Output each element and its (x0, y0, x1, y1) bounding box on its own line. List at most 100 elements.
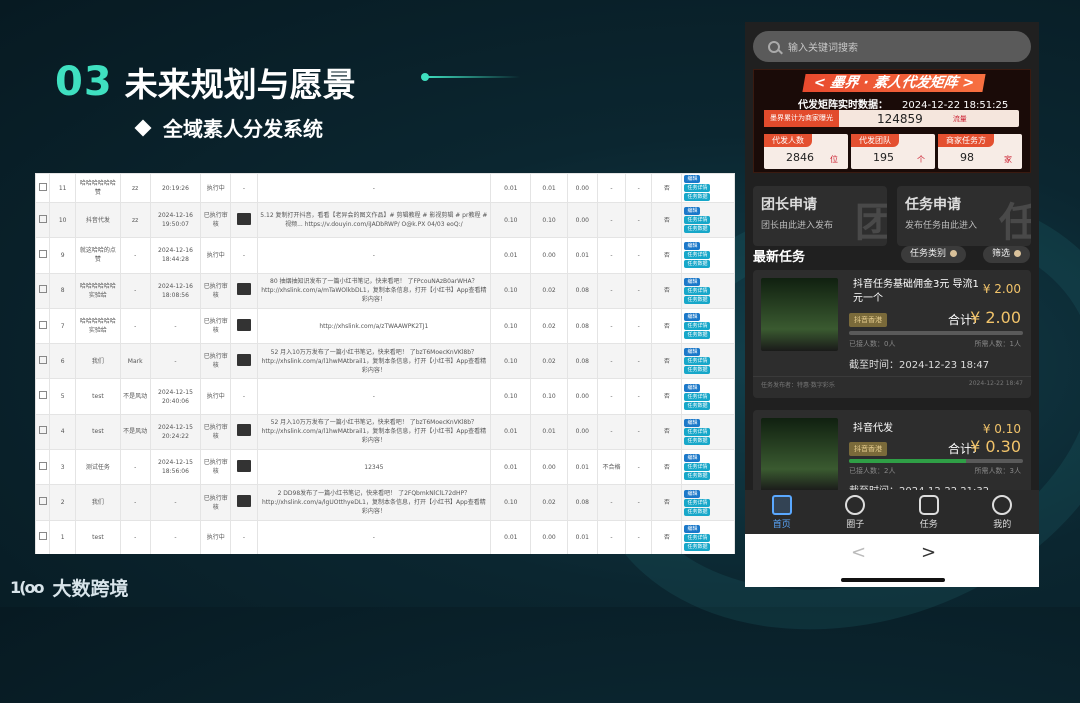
edit-button[interactable]: 编辑 (684, 277, 701, 286)
row-checkbox[interactable] (38, 249, 47, 258)
edit-button[interactable]: 编辑 (684, 383, 701, 392)
task-image[interactable] (236, 459, 251, 472)
edit-button[interactable]: 编辑 (684, 454, 701, 463)
amount-cell: 0.01 (490, 413, 532, 451)
review-button[interactable]: 任务详情 (684, 498, 711, 507)
review-button[interactable]: 任务详情 (684, 322, 711, 331)
task-image[interactable] (236, 283, 251, 296)
tab-circle[interactable]: 圈子 (830, 494, 880, 530)
review-button[interactable]: 任务详情 (684, 286, 711, 295)
logo-mark: 1(oo (10, 578, 44, 597)
stats-banner[interactable]: < 墨界 · 素人代发矩阵 > 代发矩阵实时数据： 2024-12-22 18:5… (753, 69, 1031, 173)
row-checkbox[interactable] (38, 497, 47, 506)
data-button[interactable]: 任务数据 (684, 472, 711, 481)
edit-button[interactable]: 编辑 (684, 175, 701, 183)
actions-cell: 编辑 任务详情 任务数据 (681, 519, 735, 554)
edit-button[interactable]: 编辑 (684, 418, 701, 427)
review-button[interactable]: 任务详情 (684, 427, 711, 436)
review-button[interactable]: 任务详情 (684, 392, 711, 401)
forward-button[interactable]: > (921, 542, 936, 563)
data-button[interactable]: 任务数据 (684, 225, 711, 234)
row-checkbox-cell[interactable] (35, 378, 51, 415)
user-cell-text: 不是风动 (123, 428, 148, 436)
back-button[interactable]: < (851, 542, 866, 563)
data-button[interactable]: 任务数据 (684, 366, 711, 375)
row-checkbox[interactable] (38, 426, 47, 435)
review-button[interactable]: 任务详情 (684, 463, 711, 472)
review-button[interactable]: 任务详情 (684, 533, 711, 542)
data-button[interactable]: 任务数据 (684, 542, 711, 551)
edit-button[interactable]: 编辑 (684, 524, 701, 533)
data-button[interactable]: 任务数据 (684, 260, 711, 269)
table-row: 9 就这哈哈的点赞 -2024-12-16 18:44:28 执行中 - -0.01 0.0… (35, 237, 735, 274)
status-cell-text: 已执行审核 (203, 212, 228, 229)
id-cell-text: 10 (58, 216, 67, 224)
row-checkbox[interactable] (38, 461, 47, 470)
row-checkbox-cell[interactable] (35, 343, 51, 380)
task-image[interactable] (236, 353, 251, 366)
stat-unit: 位 (830, 155, 838, 164)
exposure-row: 墨界累计为商家曝光 124859 流量 (764, 110, 1019, 127)
user-cell: zz (119, 201, 151, 239)
task-apply-card[interactable]: 任务申请 发布任务由此进入 任 (897, 186, 1031, 246)
row-checkbox[interactable] (38, 285, 47, 294)
row-actions: 编辑 任务详情 任务数据 (684, 489, 732, 516)
edit-button[interactable]: 编辑 (684, 489, 701, 498)
task-image[interactable] (236, 424, 251, 437)
row-checkbox-cell[interactable] (35, 201, 51, 239)
row-checkbox-cell[interactable] (35, 237, 51, 274)
search-input[interactable]: 输入关键词搜索 (753, 31, 1031, 62)
row-checkbox-cell[interactable] (35, 413, 51, 451)
review-button[interactable]: 任务详情 (684, 357, 711, 366)
time-cell-text: - (174, 534, 177, 542)
row-checkbox[interactable] (38, 214, 47, 223)
tab-tasks[interactable]: 任务 (904, 494, 954, 530)
filter-chip[interactable]: 筛选 (983, 246, 1031, 263)
edit-button[interactable]: 编辑 (684, 313, 701, 322)
row-checkbox[interactable] (38, 320, 47, 329)
id-cell-text: 1 (60, 534, 65, 542)
name-cell-text: test (92, 534, 104, 542)
category-filter-chip[interactable]: 任务类别 (901, 246, 967, 263)
edit-button[interactable]: 编辑 (684, 348, 701, 357)
edit-button[interactable]: 编辑 (684, 207, 701, 216)
data-button[interactable]: 任务数据 (684, 507, 711, 516)
tab-home[interactable]: 首页 (757, 494, 807, 530)
task-card[interactable]: 抖音任务基础佣金3元 导流1元一个 ¥ 2.00 抖音香港 合计: ¥ 2.00… (753, 270, 1031, 398)
row-checkbox-cell[interactable] (35, 173, 51, 203)
review-button[interactable]: 任务详情 (684, 216, 711, 225)
data-button[interactable]: 任务数据 (684, 331, 711, 340)
section-title: 未来规划与愿景 (124, 65, 356, 104)
amount-cell: 0.00 (566, 413, 598, 451)
data-button[interactable]: 任务数据 (684, 295, 711, 304)
task-card[interactable]: 抖音代发 ¥ 0.10 抖音香港 合计: ¥ 0.30 已接人数：2人 所需人数… (753, 410, 1031, 500)
content-cell: - (256, 237, 492, 274)
content-cell: - (256, 378, 492, 415)
task-image[interactable] (236, 318, 251, 331)
edit-button[interactable]: 编辑 (684, 242, 701, 251)
row-checkbox[interactable] (38, 532, 47, 541)
status-cell-text: 执行中 (206, 393, 225, 401)
amount-cell-text: 0.00 (575, 393, 589, 401)
data-button[interactable]: 任务数据 (684, 436, 711, 445)
row-checkbox[interactable] (38, 391, 47, 400)
row-checkbox-cell[interactable] (35, 449, 51, 486)
row-checkbox-cell[interactable] (35, 484, 51, 521)
row-checkbox[interactable] (38, 355, 47, 364)
subtitle-text: 全域素人分发系统 (163, 117, 323, 141)
review-button[interactable]: 任务详情 (684, 251, 711, 260)
task-image[interactable] (236, 212, 251, 225)
tab-me[interactable]: 我的 (977, 494, 1027, 530)
row-checkbox-cell[interactable] (35, 272, 51, 309)
data-button[interactable]: 任务数据 (684, 401, 711, 410)
accepted-count: 已接人数：0人 (849, 340, 896, 348)
data-button[interactable]: 任务数据 (684, 193, 711, 201)
leader-apply-card[interactable]: 团长申请 团长由此进入发布 团 (753, 186, 887, 246)
task-image[interactable] (236, 495, 251, 508)
row-checkbox-cell[interactable] (35, 307, 51, 345)
review-button[interactable]: 任务详情 (684, 184, 711, 192)
time-cell: - (149, 343, 202, 380)
row-checkbox[interactable] (38, 182, 47, 191)
row-checkbox-cell[interactable] (35, 519, 51, 554)
name-cell: 就这哈哈的点赞 (75, 237, 121, 274)
